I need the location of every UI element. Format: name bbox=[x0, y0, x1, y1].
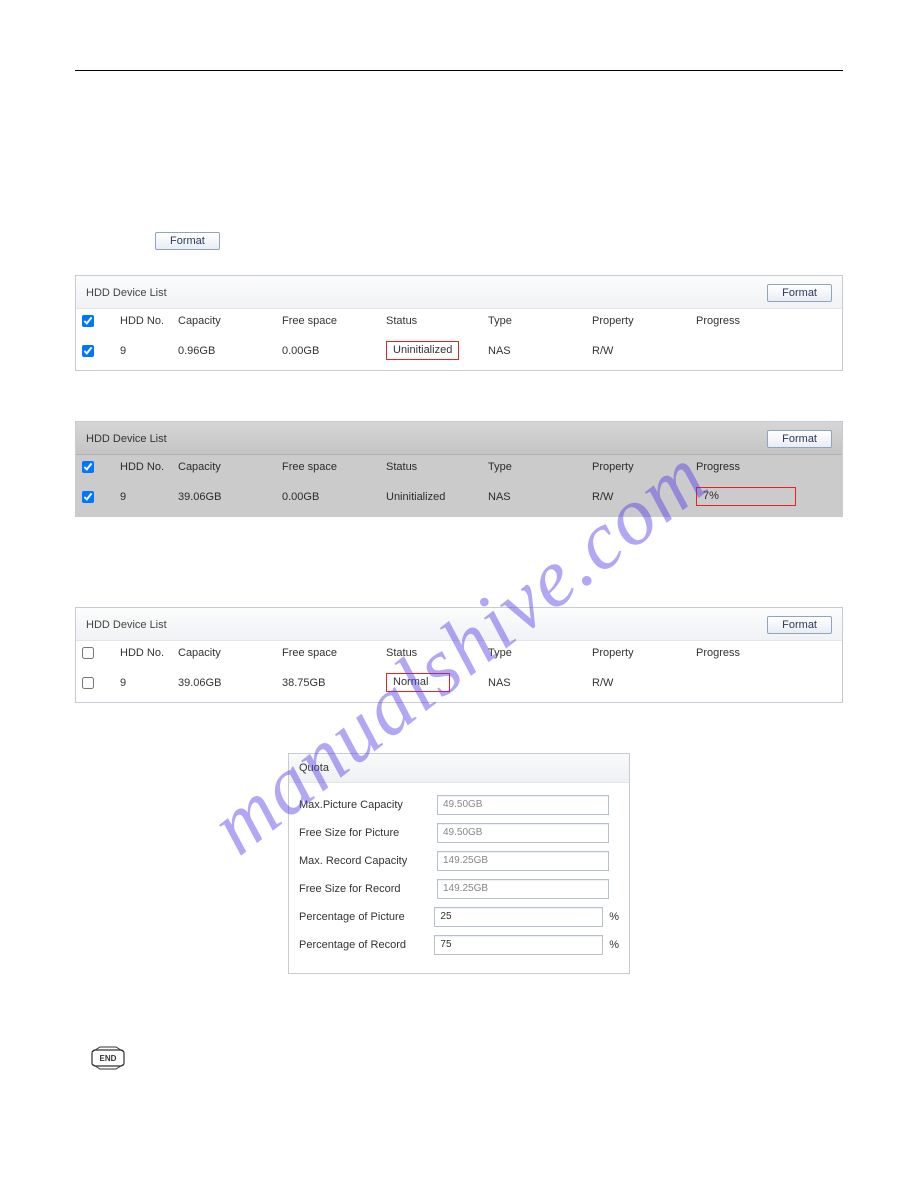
col-hdd-no: HDD No. bbox=[114, 641, 172, 665]
col-progress: Progress bbox=[690, 641, 842, 665]
col-property: Property bbox=[586, 455, 690, 479]
cell-property: R/W bbox=[586, 665, 690, 702]
row-checkbox[interactable] bbox=[82, 677, 94, 689]
col-type: Type bbox=[482, 641, 586, 665]
cell-free: 0.00GB bbox=[276, 479, 380, 516]
cell-capacity: 39.06GB bbox=[172, 665, 276, 702]
hdd-device-list-panel-3: HDD Device List Format HDD No. Capacity … bbox=[75, 607, 843, 703]
svg-text:END: END bbox=[100, 1054, 117, 1063]
table-header-row: HDD No. Capacity Free space Status Type … bbox=[76, 641, 842, 665]
quota-label: Max. Record Capacity bbox=[299, 855, 431, 867]
percentage-record-field[interactable] bbox=[434, 935, 603, 955]
cell-type: NAS bbox=[482, 665, 586, 702]
cell-free: 0.00GB bbox=[276, 333, 380, 370]
cell-status: Normal bbox=[380, 665, 482, 702]
table-row: 9 0.96GB 0.00GB Uninitialized NAS R/W bbox=[76, 333, 842, 370]
col-hdd-no: HDD No. bbox=[114, 309, 172, 333]
free-size-record-field bbox=[437, 879, 609, 899]
table-row: 9 39.06GB 0.00GB Uninitialized NAS R/W 7… bbox=[76, 479, 842, 516]
cell-hdd-no: 9 bbox=[114, 665, 172, 702]
cell-progress: 7% bbox=[690, 479, 842, 516]
col-property: Property bbox=[586, 641, 690, 665]
cell-status: Uninitialized bbox=[380, 479, 482, 516]
progress-highlight: 7% bbox=[696, 487, 796, 506]
percent-suffix: % bbox=[609, 939, 619, 951]
col-status: Status bbox=[380, 455, 482, 479]
select-all-checkbox[interactable] bbox=[82, 461, 94, 473]
quota-row-free-size-record: Free Size for Record bbox=[299, 879, 619, 899]
cell-type: NAS bbox=[482, 333, 586, 370]
col-hdd-no: HDD No. bbox=[114, 455, 172, 479]
quota-title: Quota bbox=[289, 754, 629, 783]
cell-capacity: 39.06GB bbox=[172, 479, 276, 516]
col-capacity: Capacity bbox=[172, 641, 276, 665]
col-type: Type bbox=[482, 455, 586, 479]
format-button[interactable]: Format bbox=[767, 430, 832, 448]
panel-title: HDD Device List bbox=[86, 433, 167, 445]
end-icon: END bbox=[90, 1044, 126, 1072]
row-checkbox[interactable] bbox=[82, 491, 94, 503]
cell-property: R/W bbox=[586, 479, 690, 516]
col-property: Property bbox=[586, 309, 690, 333]
status-highlight: Normal bbox=[386, 673, 450, 692]
percentage-picture-field[interactable] bbox=[434, 907, 603, 927]
row-checkbox[interactable] bbox=[82, 345, 94, 357]
quota-label: Percentage of Record bbox=[299, 939, 428, 951]
col-type: Type bbox=[482, 309, 586, 333]
col-progress: Progress bbox=[690, 309, 842, 333]
percent-suffix: % bbox=[609, 911, 619, 923]
hdd-table: HDD No. Capacity Free space Status Type … bbox=[76, 455, 842, 516]
format-button[interactable]: Format bbox=[767, 284, 832, 302]
quota-row-max-picture-capacity: Max.Picture Capacity bbox=[299, 795, 619, 815]
cell-progress bbox=[690, 665, 842, 702]
cell-type: NAS bbox=[482, 479, 586, 516]
quota-label: Free Size for Picture bbox=[299, 827, 431, 839]
format-button-standalone[interactable]: Format bbox=[155, 232, 220, 250]
free-size-picture-field bbox=[437, 823, 609, 843]
col-status: Status bbox=[380, 309, 482, 333]
table-row: 9 39.06GB 38.75GB Normal NAS R/W bbox=[76, 665, 842, 702]
table-header-row: HDD No. Capacity Free space Status Type … bbox=[76, 455, 842, 479]
col-capacity: Capacity bbox=[172, 309, 276, 333]
panel-title: HDD Device List bbox=[86, 287, 167, 299]
format-button[interactable]: Format bbox=[767, 616, 832, 634]
hdd-table: HDD No. Capacity Free space Status Type … bbox=[76, 309, 842, 370]
cell-hdd-no: 9 bbox=[114, 333, 172, 370]
col-free-space: Free space bbox=[276, 309, 380, 333]
col-status: Status bbox=[380, 641, 482, 665]
hdd-device-list-panel-1: HDD Device List Format HDD No. Capacity … bbox=[75, 275, 843, 371]
select-all-checkbox[interactable] bbox=[82, 315, 94, 327]
quota-row-max-record-capacity: Max. Record Capacity bbox=[299, 851, 619, 871]
cell-hdd-no: 9 bbox=[114, 479, 172, 516]
select-all-checkbox[interactable] bbox=[82, 647, 94, 659]
top-rule bbox=[75, 70, 843, 71]
quota-label: Free Size for Record bbox=[299, 883, 431, 895]
col-free-space: Free space bbox=[276, 641, 380, 665]
quota-row-percentage-record: Percentage of Record % bbox=[299, 935, 619, 955]
panel-title: HDD Device List bbox=[86, 619, 167, 631]
cell-status: Uninitialized bbox=[380, 333, 482, 370]
quota-label: Percentage of Picture bbox=[299, 911, 428, 923]
cell-progress bbox=[690, 333, 842, 370]
col-free-space: Free space bbox=[276, 455, 380, 479]
cell-free: 38.75GB bbox=[276, 665, 380, 702]
quota-panel: Quota Max.Picture Capacity Free Size for… bbox=[288, 753, 630, 974]
status-highlight: Uninitialized bbox=[386, 341, 459, 360]
quota-row-percentage-picture: Percentage of Picture % bbox=[299, 907, 619, 927]
table-header-row: HDD No. Capacity Free space Status Type … bbox=[76, 309, 842, 333]
col-capacity: Capacity bbox=[172, 455, 276, 479]
cell-property: R/W bbox=[586, 333, 690, 370]
quota-label: Max.Picture Capacity bbox=[299, 799, 431, 811]
hdd-table: HDD No. Capacity Free space Status Type … bbox=[76, 641, 842, 702]
col-progress: Progress bbox=[690, 455, 842, 479]
cell-capacity: 0.96GB bbox=[172, 333, 276, 370]
quota-row-free-size-picture: Free Size for Picture bbox=[299, 823, 619, 843]
max-picture-capacity-field bbox=[437, 795, 609, 815]
max-record-capacity-field bbox=[437, 851, 609, 871]
hdd-device-list-panel-2: HDD Device List Format HDD No. Capacity … bbox=[75, 421, 843, 517]
